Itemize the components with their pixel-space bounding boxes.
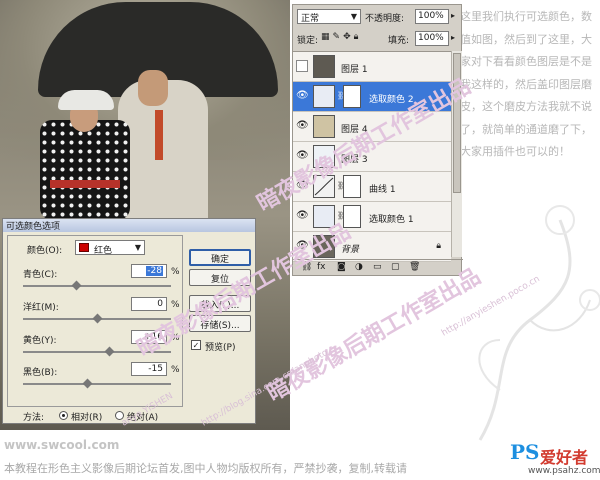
photo-woman-belt — [50, 180, 120, 188]
eye-icon[interactable]: 👁︎ — [296, 90, 309, 102]
photo-woman-dress — [40, 120, 130, 220]
footer-notice: 本教程在形色主义影像后期论坛首发,图中人物均版权所有，严禁抄袭，复制,转载请 — [4, 462, 407, 475]
cyan-slider-track[interactable] — [23, 285, 171, 287]
layer-name: 选取颜色 1 — [369, 215, 414, 225]
layer-row-1[interactable]: 图层 1 — [293, 52, 451, 82]
logo-cn: 爱好者 — [540, 448, 589, 467]
layer-mask-thumbnail — [343, 85, 361, 108]
delete-layer-icon[interactable]: 🗑︎ — [409, 262, 420, 272]
add-mask-icon[interactable]: ◙ — [337, 262, 346, 272]
tutorial-text: 这里我们执行可选颜色，数值如图，然后到了这里，大家对下看看颜色图层是不是我这样的… — [460, 10, 592, 158]
photo-woman-hat — [58, 90, 114, 110]
layer-thumbnail — [313, 115, 335, 138]
magenta-label: 洋红(M): — [23, 303, 59, 313]
opacity-label: 不透明度: — [365, 14, 405, 24]
black-slider-track[interactable] — [23, 383, 171, 385]
lock-transparent-icon[interactable]: ▦ — [321, 32, 333, 42]
ok-button[interactable]: 确定 — [189, 249, 251, 266]
logo-ps: PS — [510, 440, 540, 464]
photo-man-head — [138, 70, 168, 106]
red-swatch — [79, 243, 89, 252]
layer-thumbnail — [313, 55, 335, 78]
color-value: 红色 — [94, 246, 113, 256]
photo-man-tie — [155, 110, 163, 160]
opacity-arrow-icon[interactable]: ▸ — [451, 11, 455, 20]
logo-url: www.psahz.com — [528, 466, 600, 476]
method-label: 方法: — [23, 413, 45, 423]
fx-icon[interactable]: fx — [317, 262, 326, 272]
lock-all-icon[interactable]: 🔒︎ — [354, 32, 362, 42]
cyan-input[interactable]: -28 — [131, 264, 167, 278]
adjustment-layer-icon[interactable]: ◑ — [355, 262, 363, 272]
color-label: 颜色(O): — [27, 246, 63, 256]
lock-icon: 🔒︎ — [436, 241, 441, 251]
eye-icon[interactable]: 👁︎ — [296, 210, 309, 222]
lock-paint-icon[interactable]: ✎ — [333, 32, 344, 42]
cyan-value: -28 — [146, 266, 163, 276]
chevron-down-icon: ▼ — [134, 243, 141, 252]
lock-move-icon[interactable]: ✥ — [343, 32, 354, 42]
adjustment-thumbnail — [313, 85, 335, 108]
layer-name: 曲线 1 — [369, 185, 396, 195]
preview-label: 预览(P) — [205, 343, 236, 353]
floral-decoration — [478, 205, 600, 441]
visibility-toggle-off[interactable] — [296, 60, 308, 72]
relative-label: 相对(R) — [71, 413, 103, 423]
magenta-input[interactable]: 0 — [131, 297, 167, 311]
fill-arrow-icon[interactable]: ▸ — [451, 33, 455, 42]
relative-radio[interactable] — [59, 411, 68, 420]
lock-label: 锁定: — [297, 36, 319, 46]
new-layer-icon[interactable]: ▢ — [391, 262, 400, 272]
layer-name: 图层 1 — [341, 65, 368, 75]
site-watermark: www.swcool.com — [4, 438, 120, 452]
black-input[interactable]: -15 — [131, 362, 167, 376]
black-label: 黑色(B): — [23, 368, 58, 378]
layers-header: 正常 ▼ 不透明度: 100% ▸ 锁定: ▦✎✥🔒︎ 填充: 100% ▸ — [293, 5, 463, 49]
lock-options: ▦✎✥🔒︎ — [321, 32, 361, 42]
fill-input[interactable]: 100% — [415, 31, 449, 46]
blend-mode-value: 正常 — [301, 14, 320, 24]
opacity-input[interactable]: 100% — [415, 9, 449, 24]
chevron-down-icon: ▼ — [350, 12, 357, 21]
preview-checkbox[interactable]: ✓ — [191, 340, 201, 350]
percent-label: % — [171, 365, 180, 375]
percent-label: % — [171, 267, 180, 277]
dialog-title: 可选颜色选项 — [3, 219, 255, 232]
eye-icon[interactable]: 👁︎ — [296, 120, 309, 132]
fill-label: 填充: — [388, 36, 410, 46]
blend-mode-select[interactable]: 正常 ▼ — [297, 9, 361, 24]
yellow-label: 黄色(Y): — [23, 336, 57, 346]
new-group-icon[interactable]: ▭ — [373, 262, 382, 272]
ps-logo: PS 爱好者 www.psahz.com — [510, 440, 600, 478]
color-select[interactable]: 红色 ▼ — [75, 240, 145, 256]
cyan-label: 青色(C): — [23, 270, 58, 280]
layer-mask-thumbnail — [343, 175, 361, 198]
